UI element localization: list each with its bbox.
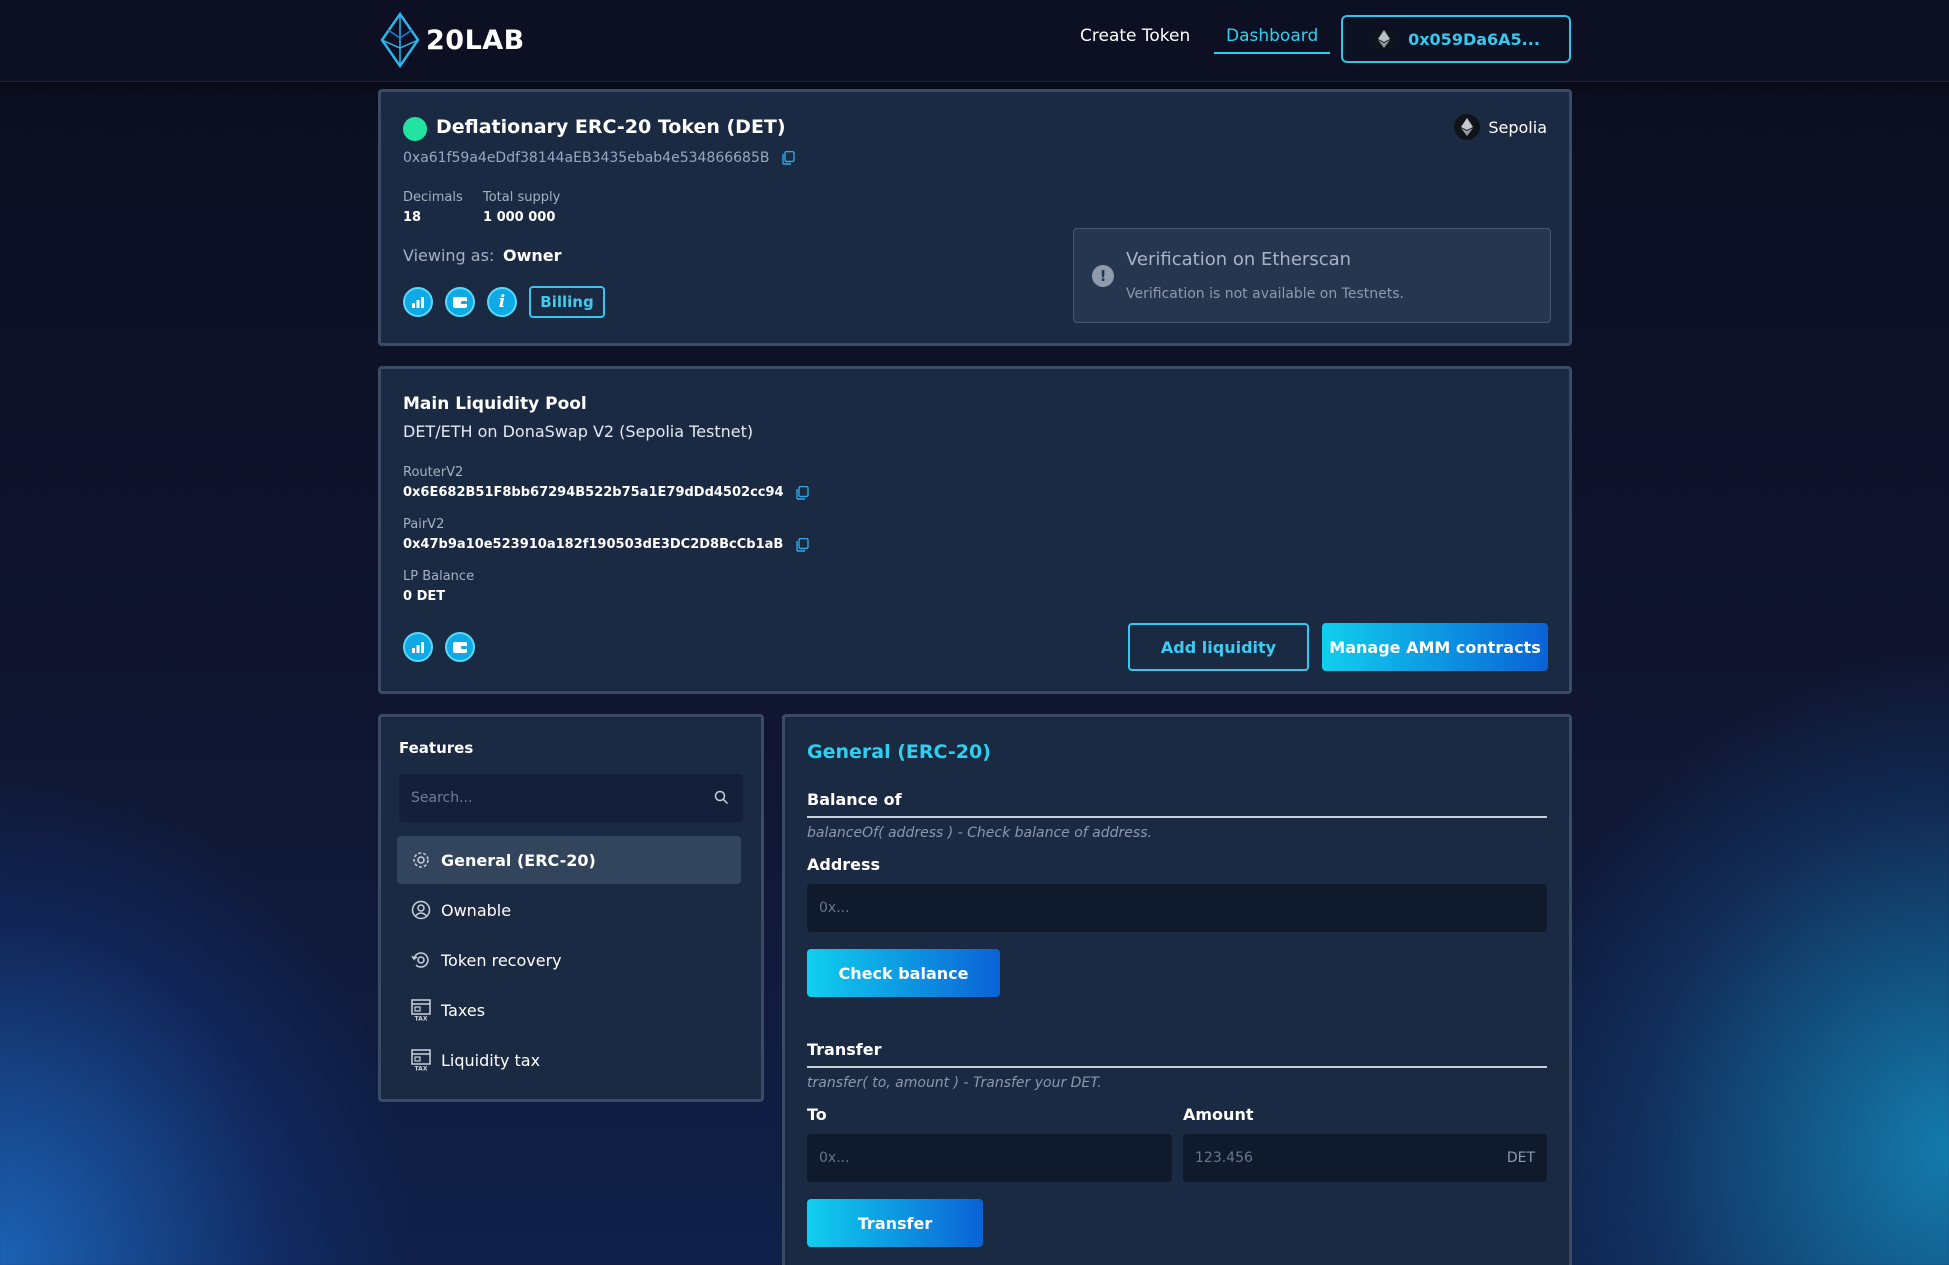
feature-item-token-recovery[interactable]: Token recovery	[397, 936, 741, 984]
feature-item-liquidity-tax[interactable]: TAX Liquidity tax	[397, 1036, 741, 1084]
wallet-button[interactable]: 0x059Da6A5...	[1341, 15, 1571, 63]
pair-address: 0x47b9a10e523910a182f190503dE3DC2D8BcCb1…	[403, 537, 784, 552]
router-address-row: 0x6E682B51F8bb67294B522b75a1E79dDd4502cc…	[403, 485, 809, 500]
liquidity-pool-card: Main Liquidity Pool DET/ETH on DonaSwap …	[378, 366, 1572, 694]
search-icon	[714, 790, 729, 805]
to-input[interactable]: 0x...	[807, 1134, 1172, 1182]
features-title: Features	[399, 739, 474, 757]
decimals-label: Decimals	[403, 190, 463, 205]
feature-label: General (ERC-20)	[441, 850, 596, 870]
balance-of-description: balanceOf( address ) - Check balance of …	[807, 825, 1152, 841]
logo-text: 20LAB	[426, 24, 525, 56]
logo[interactable]: 20LAB	[378, 12, 525, 68]
nav-create-token[interactable]: Create Token	[1080, 26, 1190, 46]
balance-of-title: Balance of	[807, 790, 902, 809]
features-search-input[interactable]: Search...	[399, 774, 743, 822]
feature-label: Taxes	[441, 1000, 486, 1020]
lp-balance-label: LP Balance	[403, 569, 475, 584]
general-title: General (ERC-20)	[807, 741, 991, 763]
supply-label: Total supply	[483, 190, 561, 205]
token-address-row: 0xa61f59a4eDdf38144aEB3435ebab4e53486668…	[403, 150, 795, 166]
router-label: RouterV2	[403, 465, 464, 480]
wallet-icon[interactable]	[445, 287, 475, 317]
search-placeholder: Search...	[411, 790, 473, 806]
wallet-address: 0x059Da6A5...	[1408, 29, 1540, 49]
verification-text: Verification is not available on Testnet…	[1126, 286, 1404, 302]
to-placeholder: 0x...	[819, 1150, 850, 1166]
pair-address-row: 0x47b9a10e523910a182f190503dE3DC2D8BcCb1…	[403, 537, 809, 552]
copy-icon[interactable]	[782, 151, 795, 165]
network-name: Sepolia	[1488, 117, 1547, 137]
transfer-description: transfer( to, amount ) - Transfer your D…	[807, 1075, 1102, 1091]
lp-balance-value: 0 DET	[403, 589, 446, 604]
network-badge: Sepolia	[1454, 114, 1547, 140]
divider	[807, 1066, 1547, 1068]
feature-label: Ownable	[441, 900, 512, 920]
manage-amm-button[interactable]: Manage AMM contracts	[1322, 623, 1548, 671]
feature-item-taxes[interactable]: TAX Taxes	[397, 986, 741, 1034]
verification-title: Verification on Etherscan	[1126, 249, 1352, 270]
amount-label: Amount	[1183, 1105, 1254, 1124]
verification-box: ! Verification on Etherscan Verification…	[1073, 228, 1551, 323]
ethereum-icon	[1372, 27, 1397, 51]
feature-item-general[interactable]: General (ERC-20)	[397, 836, 741, 884]
token-address: 0xa61f59a4eDdf38144aEB3435ebab4e53486668…	[403, 150, 770, 166]
gear-cog-icon	[413, 852, 429, 868]
amount-input[interactable]: 123.456 DET	[1183, 1134, 1547, 1182]
svg-text:TAX: TAX	[415, 1016, 428, 1022]
svg-text:TAX: TAX	[415, 1066, 428, 1072]
ethereum-icon	[1454, 114, 1481, 140]
transfer-button[interactable]: Transfer	[807, 1199, 983, 1247]
pool-subtitle: DET/ETH on DonaSwap V2 (Sepolia Testnet)	[403, 422, 754, 441]
address-input[interactable]: 0x...	[807, 884, 1547, 932]
router-address: 0x6E682B51F8bb67294B522b75a1E79dDd4502cc…	[403, 485, 784, 500]
logo-diamond-icon	[380, 12, 420, 68]
transfer-title: Transfer	[807, 1040, 882, 1059]
to-label: To	[807, 1105, 827, 1124]
token-name: Deflationary ERC-20 Token (DET)	[436, 116, 786, 138]
check-balance-button[interactable]: Check balance	[807, 949, 1000, 997]
amount-placeholder: 123.456	[1195, 1150, 1253, 1166]
copy-icon[interactable]	[796, 485, 809, 500]
general-panel: General (ERC-20) Balance of balanceOf( a…	[782, 714, 1572, 1265]
tax-icon: TAX	[411, 999, 431, 1021]
chart-icon[interactable]	[403, 287, 433, 317]
billing-button[interactable]: Billing	[529, 286, 605, 318]
decimals-value: 18	[403, 210, 422, 225]
supply-value: 1 000 000	[483, 210, 556, 225]
status-indicator	[403, 117, 427, 141]
feature-label: Liquidity tax	[441, 1050, 541, 1070]
token-card: Deflationary ERC-20 Token (DET) 0xa61f59…	[378, 89, 1572, 346]
feature-label: Token recovery	[441, 950, 562, 970]
address-placeholder: 0x...	[819, 900, 850, 916]
address-label: Address	[807, 855, 881, 874]
recovery-icon	[411, 952, 429, 968]
features-card: Features Search... General (ERC-20) Owna…	[378, 714, 764, 1102]
top-navbar: 20LAB Create Token Dashboard 0x059Da6A5.…	[0, 0, 1949, 82]
viewing-as-value: Owner	[503, 246, 562, 265]
amount-unit: DET	[1506, 1150, 1535, 1166]
feature-item-ownable[interactable]: Ownable	[397, 886, 741, 934]
info-icon[interactable]: i	[487, 287, 517, 317]
wallet-icon[interactable]	[445, 632, 475, 662]
nav-dashboard[interactable]: Dashboard	[1214, 26, 1331, 54]
add-liquidity-button[interactable]: Add liquidity	[1128, 623, 1309, 671]
tax-icon: TAX	[411, 1049, 431, 1071]
pool-title: Main Liquidity Pool	[403, 394, 587, 414]
copy-icon[interactable]	[796, 537, 809, 552]
user-circle-icon	[411, 900, 431, 920]
alert-icon: !	[1092, 265, 1114, 287]
pair-label: PairV2	[403, 517, 445, 532]
viewing-as-label: Viewing as:	[403, 246, 495, 265]
divider	[807, 816, 1547, 818]
chart-icon[interactable]	[403, 632, 433, 662]
